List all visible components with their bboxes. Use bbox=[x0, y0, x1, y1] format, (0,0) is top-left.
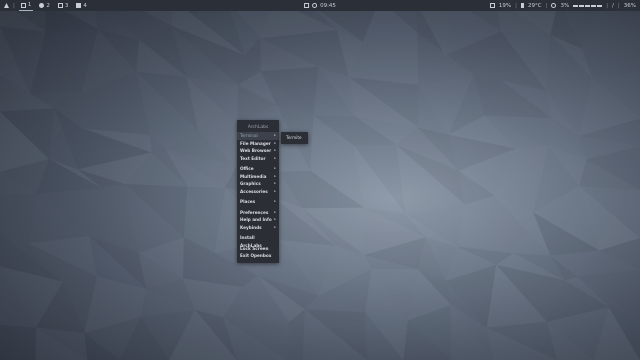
workspace-4[interactable]: 4 bbox=[74, 0, 89, 11]
menu-item-label: Accessories bbox=[240, 188, 268, 194]
workspace-switcher: | 1 2 3 4 bbox=[0, 0, 93, 11]
menu-item-label: Multimedia bbox=[240, 173, 267, 179]
menu-item-label: Exit Openbox bbox=[240, 253, 272, 258]
calendar-icon bbox=[304, 3, 310, 8]
menu-item-label: Office bbox=[240, 166, 254, 171]
submenu-arrow-icon: ▸ bbox=[274, 199, 276, 203]
menu-item-label: Text Editor bbox=[240, 155, 266, 161]
menu-item-label: Graphics bbox=[240, 181, 261, 186]
top-panel: | 1 2 3 4 09:45 19% | 29°C | 3% | / | 36… bbox=[0, 0, 640, 11]
temperature-value: 29°C bbox=[528, 2, 542, 9]
submenu-arrow-icon: ▸ bbox=[274, 148, 276, 152]
submenu-arrow-icon: ▸ bbox=[274, 209, 276, 214]
menu-item-label: Help and Info bbox=[240, 217, 272, 222]
disk-icon bbox=[489, 3, 495, 8]
cpu-usage: 3% bbox=[560, 2, 570, 9]
workspace-3[interactable]: 3 bbox=[56, 0, 71, 11]
clock-widget[interactable]: 09:45 bbox=[304, 3, 336, 9]
workspace-1[interactable]: 1 bbox=[18, 0, 34, 11]
menu-item-label: Web Browser bbox=[240, 148, 272, 153]
submenu-item-termite[interactable]: Termite bbox=[286, 135, 302, 140]
menu-item-label: Places bbox=[240, 199, 256, 204]
cpu-icon bbox=[551, 3, 557, 8]
submenu-arrow-icon: ▸ bbox=[274, 140, 276, 145]
submenu-arrow-icon: ▸ bbox=[274, 224, 276, 229]
menu-item-label: Keybinds bbox=[240, 224, 262, 230]
menu-item-places[interactable]: Places ▸ bbox=[237, 198, 279, 206]
thermometer-icon bbox=[521, 3, 524, 8]
terminal-submenu: Termite bbox=[281, 132, 308, 144]
menu-item-accessories[interactable]: Accessories ▸ bbox=[237, 188, 279, 196]
submenu-arrow-icon: ▸ bbox=[274, 217, 276, 221]
disk-usage: 19% bbox=[498, 2, 512, 9]
menu-item-exit-openbox[interactable]: Exit Openbox bbox=[237, 252, 279, 260]
status-area: 19% | 29°C | 3% | / | 36% bbox=[486, 3, 640, 9]
menu-item-file-manager[interactable]: File Manager ▸ bbox=[237, 140, 279, 148]
submenu-arrow-icon: ▸ bbox=[274, 133, 276, 137]
submenu-arrow-icon: ▸ bbox=[274, 155, 276, 160]
menu-item-text-editor[interactable]: Text Editor ▸ bbox=[237, 155, 279, 163]
menu-item-help-and-info[interactable]: Help and Info ▸ bbox=[237, 216, 279, 224]
menu-item-install-archlabs[interactable]: Install ArchLabs bbox=[237, 234, 279, 248]
submenu-arrow-icon: ▸ bbox=[274, 181, 276, 185]
menu-item-lock-screen[interactable]: Lock Screen bbox=[237, 245, 279, 253]
workspace-2[interactable]: 2 bbox=[37, 0, 52, 11]
volume-icon[interactable]: / bbox=[612, 3, 614, 9]
folder-icon bbox=[57, 3, 63, 8]
root-menu: ArchLabs Terminal ▸ File Manager ▸ Web Brows… bbox=[237, 120, 279, 263]
wallpaper bbox=[0, 0, 640, 360]
menu-item-terminal[interactable]: Terminal ▸ bbox=[237, 132, 279, 140]
cpu-graph bbox=[573, 4, 603, 7]
menu-title: ArchLabs bbox=[247, 125, 269, 130]
archlabs-logo-icon[interactable] bbox=[4, 3, 9, 8]
browser-icon bbox=[39, 3, 45, 8]
menu-item-label: File Manager bbox=[240, 140, 271, 146]
menu-item-graphics[interactable]: Graphics ▸ bbox=[237, 180, 279, 188]
menu-item-keybinds[interactable]: Keybinds ▸ bbox=[237, 224, 279, 232]
clock-time: 09:45 bbox=[320, 2, 336, 9]
menu-item-label: Lock Screen bbox=[240, 245, 269, 251]
menu-item-office[interactable]: Office ▸ bbox=[237, 165, 279, 173]
clock-icon bbox=[312, 3, 318, 8]
submenu-arrow-icon: ▸ bbox=[274, 173, 276, 178]
submenu-arrow-icon: ▸ bbox=[274, 188, 276, 193]
menu-item-multimedia[interactable]: Multimedia ▸ bbox=[237, 173, 279, 181]
menu-item-preferences[interactable]: Preferences ▸ bbox=[237, 209, 279, 217]
volume-level[interactable]: 36% bbox=[624, 3, 636, 9]
menu-item-label: Preferences bbox=[240, 209, 269, 215]
submenu-arrow-icon: ▸ bbox=[274, 166, 276, 170]
menu-item-label: Terminal bbox=[240, 133, 258, 138]
menu-item-web-browser[interactable]: Web Browser ▸ bbox=[237, 147, 279, 155]
document-icon bbox=[76, 3, 82, 8]
terminal-icon bbox=[20, 2, 26, 8]
